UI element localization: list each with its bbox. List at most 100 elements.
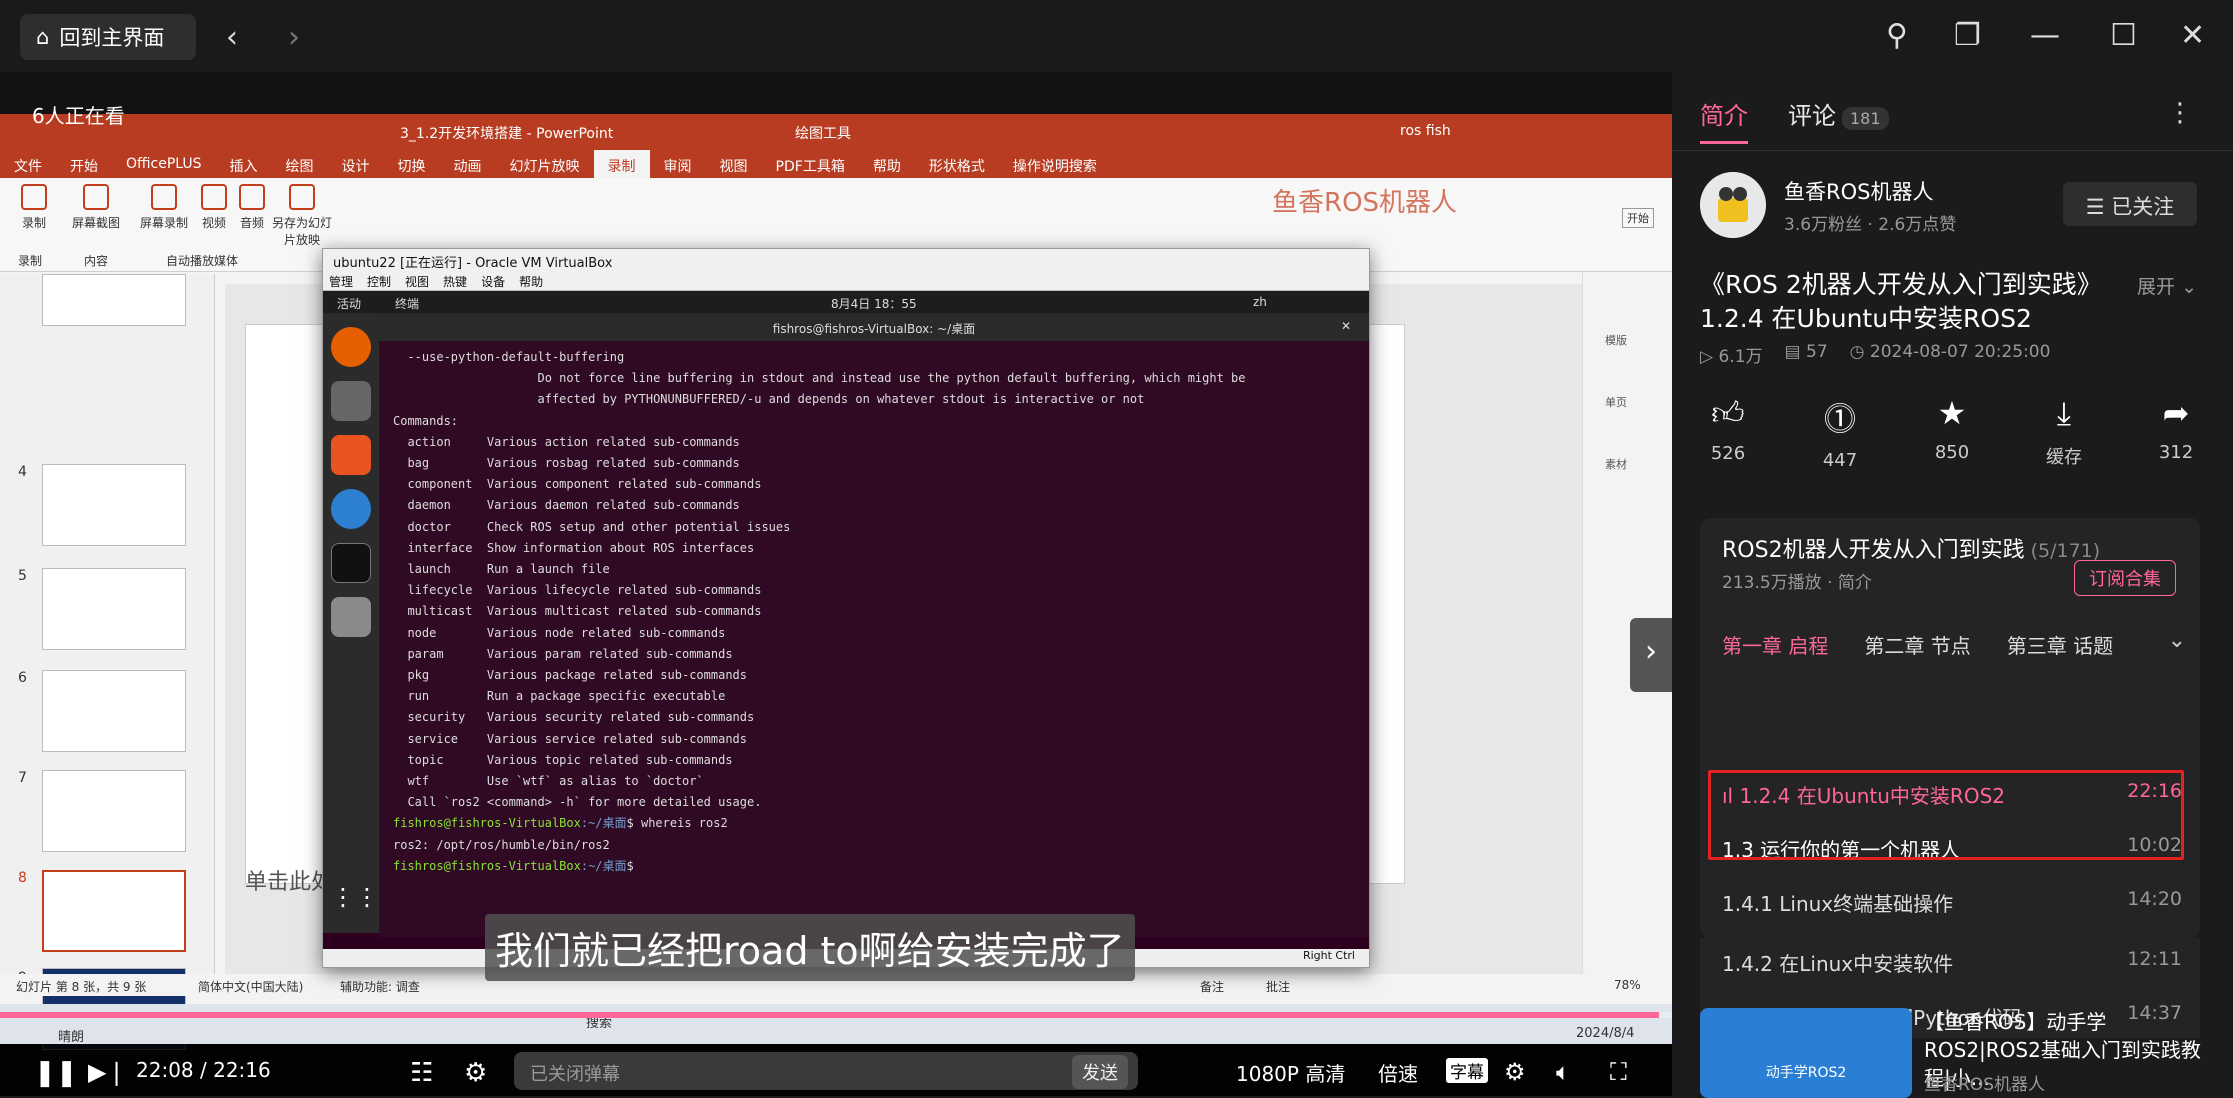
terminal-line: topic Various topic related sub-commands: [393, 752, 733, 767]
ppt-tab[interactable]: 幻灯片放映: [496, 150, 594, 178]
single-page-button[interactable]: 单页: [1605, 394, 1627, 410]
tab-intro[interactable]: 简介: [1700, 96, 1748, 144]
files-icon[interactable]: [331, 381, 371, 421]
pin-icon[interactable]: ⚲: [1886, 18, 1908, 53]
collection-title[interactable]: ROS2机器人开发从入门到实践 (5/171): [1722, 532, 2100, 564]
slide-thumbnail[interactable]: [42, 464, 186, 546]
vbox-menu-item[interactable]: 设备: [481, 273, 505, 289]
start-button[interactable]: 开始: [1622, 208, 1654, 228]
cache-button[interactable]: ⤓ 缓存: [2008, 394, 2120, 471]
chapter-tab[interactable]: 第二章 节点: [1864, 630, 1970, 659]
terminal-window[interactable]: fishros@fishros-VirtualBox: ~/桌面 ✕ --use…: [379, 313, 1369, 937]
ppt-tab[interactable]: 文件: [0, 150, 56, 178]
notes-toggle[interactable]: 备注: [1200, 978, 1224, 995]
ubuntu-lang[interactable]: zh: [1253, 295, 1267, 309]
ppt-tab[interactable]: 审阅: [650, 150, 706, 178]
ppt-tab[interactable]: 开始: [56, 150, 112, 178]
show-apps-icon[interactable]: ⋮⋮: [331, 883, 379, 923]
ppt-tab[interactable]: 插入: [216, 150, 272, 178]
uploader-name[interactable]: 鱼香ROS机器人: [1784, 176, 1933, 206]
comments-toggle[interactable]: 批注: [1266, 978, 1290, 995]
terminal-close-icon[interactable]: ✕: [1341, 319, 1351, 333]
send-button[interactable]: 发送: [1072, 1055, 1128, 1089]
ubuntu-topbar: 活动 终端 8月4日 18：55 zh: [323, 291, 1369, 313]
vbox-menu-item[interactable]: 管理: [329, 273, 353, 289]
pause-icon[interactable]: ❚❚: [34, 1058, 78, 1088]
minimize-icon[interactable]: —: [2030, 18, 2060, 53]
maximize-icon[interactable]: ☐: [2110, 18, 2137, 53]
volume-icon[interactable]: 🔈︎: [1556, 1058, 1570, 1086]
vbox-menu-item[interactable]: 热键: [443, 273, 467, 289]
status-accessibility[interactable]: 辅助功能: 调查: [340, 978, 420, 995]
app-center-icon[interactable]: [331, 435, 371, 475]
ppt-tab-active[interactable]: 录制: [593, 150, 650, 178]
activities-button[interactable]: 活动: [337, 295, 361, 312]
ppt-tab[interactable]: 视图: [706, 150, 762, 178]
favorite-button[interactable]: ★ 850: [1896, 394, 2008, 471]
ppt-tab[interactable]: PDF工具箱: [762, 150, 859, 178]
ppt-tab[interactable]: 绘图: [272, 150, 328, 178]
slide-thumbnail[interactable]: [42, 670, 186, 752]
record-button[interactable]: 录制: [4, 184, 64, 231]
progress-bar[interactable]: [0, 1012, 1672, 1018]
recommended-uploader[interactable]: 鱼香ROS机器人: [1924, 1070, 2045, 1095]
episode-item[interactable]: 1.4.1 Linux终端基础操作 14:20: [1722, 888, 2182, 917]
coin-button[interactable]: ⓵ 447: [1784, 394, 1896, 471]
vbox-menu-item[interactable]: 控制: [367, 273, 391, 289]
recommended-thumbnail[interactable]: 动手学ROS2: [1700, 1008, 1912, 1098]
like-button[interactable]: 👍︎ 526: [1672, 394, 1784, 471]
danmaku-toggle-icon[interactable]: ☷: [410, 1058, 433, 1088]
zoom-level[interactable]: 78%: [1614, 978, 1641, 992]
chapter-tab[interactable]: 第三章 话题: [2007, 630, 2113, 659]
ppt-tab[interactable]: 设计: [328, 150, 384, 178]
danmaku-input[interactable]: 已关闭弹幕 发送: [514, 1052, 1138, 1090]
fullscreen-icon[interactable]: ⛶: [1610, 1058, 1627, 1086]
ppt-tab[interactable]: 操作说明搜索: [999, 150, 1111, 178]
screenshot-button[interactable]: 屏幕截图: [66, 184, 126, 231]
danmaku-settings-icon[interactable]: ⚙: [464, 1058, 487, 1088]
terminal-icon[interactable]: [331, 543, 371, 583]
firefox-icon[interactable]: [331, 327, 371, 367]
slide-thumbnail[interactable]: [42, 568, 186, 650]
more-icon[interactable]: ⋮: [2167, 98, 2193, 128]
episode-item[interactable]: 1.4.2 在Linux中安装软件 12:11: [1722, 948, 2182, 977]
speed-button[interactable]: 倍速: [1378, 1058, 1418, 1087]
chevron-down-icon[interactable]: ⌄: [2168, 628, 2186, 653]
back-icon[interactable]: ‹: [226, 20, 238, 55]
subscribe-collection-button[interactable]: 订阅合集: [2074, 560, 2176, 596]
follow-button[interactable]: ☰ 已关注: [2063, 182, 2197, 226]
subtitle-button[interactable]: 字幕: [1446, 1058, 1488, 1083]
settings-icon[interactable]: ⚙: [1504, 1058, 1526, 1086]
expand-panel-icon[interactable]: ›: [1630, 618, 1672, 692]
chapter-tab-active[interactable]: 第一章 启程: [1722, 630, 1828, 659]
share-button[interactable]: ➦ 312: [2120, 394, 2232, 471]
vbox-menu-item[interactable]: 视图: [405, 273, 429, 289]
close-icon[interactable]: ✕: [2180, 18, 2205, 53]
template-button[interactable]: 模版: [1605, 332, 1627, 348]
next-icon[interactable]: ▶❘: [88, 1058, 127, 1086]
terminal-line: action Various action related sub-comman…: [393, 434, 740, 449]
forward-icon[interactable]: ›: [288, 20, 300, 55]
avatar[interactable]: [1700, 172, 1766, 238]
pip-icon[interactable]: ❐: [1954, 18, 1981, 53]
quality-button[interactable]: 1080P 高清: [1236, 1058, 1345, 1087]
save-as-show-button[interactable]: 另存为幻灯片放映: [272, 184, 332, 248]
video-player[interactable]: 6人正在看 3_1.2开发环境搭建 - PowerPoint 绘图工具 ros …: [0, 72, 1672, 1096]
ppt-tab[interactable]: 形状格式: [915, 150, 999, 178]
home-button[interactable]: ⌂ 回到主界面: [20, 14, 196, 60]
trash-icon[interactable]: [331, 597, 371, 637]
slide-thumbnail[interactable]: [42, 770, 186, 852]
tab-comments[interactable]: 评论 181: [1788, 96, 1889, 144]
ppt-tab[interactable]: 帮助: [859, 150, 915, 178]
help-icon[interactable]: [331, 489, 371, 529]
vbox-menu-item[interactable]: 帮助: [519, 273, 543, 289]
ubuntu-clock[interactable]: 8月4日 18：55: [831, 295, 917, 312]
ppt-tab[interactable]: 切换: [384, 150, 440, 178]
slide-thumbnail-selected[interactable]: [42, 870, 186, 952]
terminal-app-label[interactable]: 终端: [395, 295, 419, 312]
material-button[interactable]: 素材: [1605, 456, 1627, 472]
ppt-tab[interactable]: 动画: [440, 150, 496, 178]
slide-thumbnail[interactable]: [42, 274, 186, 326]
ppt-tab[interactable]: OfficePLUS: [112, 150, 216, 178]
expand-button[interactable]: 展开 ⌄: [2137, 272, 2197, 299]
